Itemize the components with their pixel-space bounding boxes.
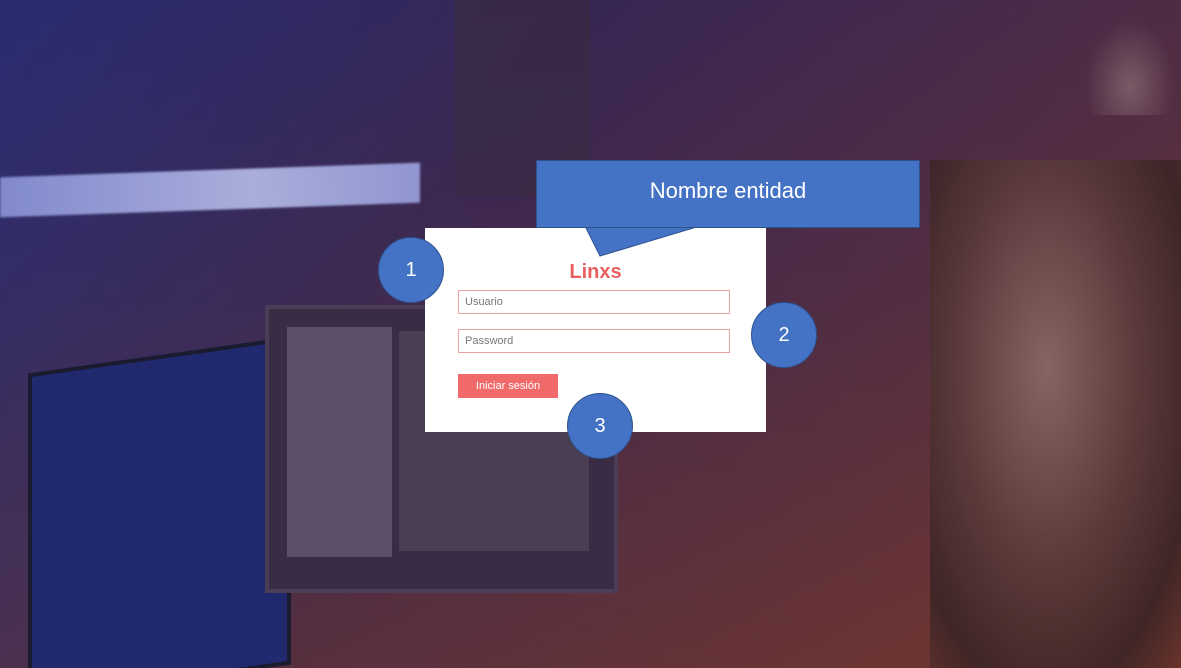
step-marker-2: 2 <box>751 302 817 368</box>
step-marker-1: 1 <box>378 237 444 303</box>
background-lamp <box>1085 20 1175 115</box>
login-button[interactable]: Iniciar sesión <box>458 374 558 398</box>
username-input[interactable]: Usuario <box>458 290 730 314</box>
brand-title: Linxs <box>569 261 622 283</box>
password-input[interactable]: Password <box>458 329 730 353</box>
background-light-bar <box>0 162 420 218</box>
slide-canvas: Linxs Usuario Password Iniciar sesión No… <box>0 0 1181 668</box>
callout-entity-name: Nombre entidad <box>536 160 920 228</box>
background-monitor-pane <box>287 327 392 557</box>
background-person <box>930 160 1181 668</box>
background-monitor-left <box>28 336 291 668</box>
step-marker-3: 3 <box>567 393 633 459</box>
